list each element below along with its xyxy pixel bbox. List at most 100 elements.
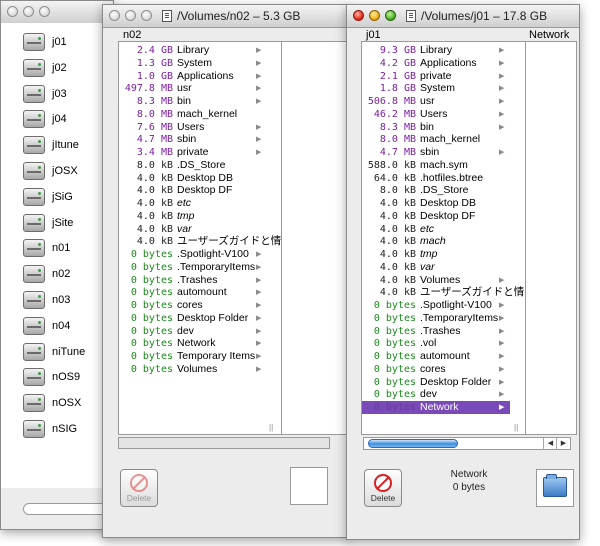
file-row[interactable]: 0 bytes .Trashes ▶ (362, 325, 510, 338)
file-row[interactable]: 588.0 kB mach.sym (362, 159, 510, 172)
file-row[interactable]: 7.6 MB Users ▶ (119, 121, 267, 134)
file-row[interactable]: 0 bytes automount ▶ (362, 350, 510, 363)
file-row[interactable]: 0 bytes Temporary Items ▶ (119, 350, 267, 363)
file-row[interactable]: 4.2 GB Applications ▶ (362, 57, 510, 70)
file-column-2[interactable] (281, 41, 347, 435)
zoom-button[interactable] (39, 6, 50, 17)
volume-item[interactable]: nOSX (23, 392, 111, 414)
volume-item[interactable]: n04 (23, 315, 111, 337)
file-row[interactable]: 8.3 MB bin ▶ (119, 95, 267, 108)
file-row[interactable]: 4.0 kB tmp (362, 248, 510, 261)
file-row[interactable]: 4.0 kB etc (119, 197, 267, 210)
file-row[interactable]: 0 bytes dev ▶ (362, 388, 510, 401)
disclosure-arrow-icon: ▶ (499, 365, 505, 373)
file-row[interactable]: 4.0 kB mach (362, 235, 510, 248)
volume-item[interactable]: n01 (23, 237, 111, 259)
minimize-button[interactable] (369, 10, 380, 21)
volume-item[interactable]: j04 (23, 108, 111, 130)
volume-item[interactable]: nSIG (23, 418, 111, 440)
file-row[interactable]: 4.7 MB sbin ▶ (119, 133, 267, 146)
file-row[interactable]: 0 bytes automount ▶ (119, 286, 267, 299)
delete-button[interactable]: Delete (364, 469, 402, 507)
minimize-button[interactable] (125, 10, 136, 21)
file-row[interactable]: 4.0 kB Desktop DF (362, 210, 510, 223)
file-size: 8.0 MB (136, 108, 173, 120)
file-row[interactable]: 3.4 MB private ▶ (119, 146, 267, 159)
file-row[interactable]: 4.0 kB etc (362, 223, 510, 236)
column-resize-grip[interactable]: || (269, 423, 273, 432)
file-row[interactable]: 4.0 kB var (119, 223, 267, 236)
file-row[interactable]: 0 bytes .Spotlight-V100 ▶ (119, 248, 267, 261)
close-button[interactable] (7, 6, 18, 17)
file-row[interactable]: 0 bytes Desktop Folder ▶ (119, 312, 267, 325)
file-column[interactable]: 9.3 GB Library ▶ 4.2 GB Applications ▶ 2.1 GB p… (361, 41, 526, 435)
file-row[interactable]: 0 bytes Network ▶ (362, 401, 510, 414)
file-row[interactable]: 1.8 GB System ▶ (362, 82, 510, 95)
file-row[interactable]: 4.0 kB var (362, 261, 510, 274)
file-row[interactable]: 0 bytes .vol ▶ (362, 337, 510, 350)
close-button[interactable] (109, 10, 120, 21)
volume-item[interactable]: j03 (23, 83, 111, 105)
close-button[interactable] (353, 10, 364, 21)
delete-button[interactable]: Delete (120, 469, 158, 507)
volume-item[interactable]: j02 (23, 57, 111, 79)
file-row[interactable]: 497.8 MB usr ▶ (119, 82, 267, 95)
volume-item[interactable]: jItune (23, 134, 111, 156)
file-row[interactable]: 4.0 kB Desktop DF (119, 184, 267, 197)
file-row[interactable]: 0 bytes .TemporaryItems ▶ (362, 312, 510, 325)
file-row[interactable]: 8.3 MB bin ▶ (362, 121, 510, 134)
volume-item[interactable]: jSite (23, 212, 111, 234)
file-row[interactable]: 46.2 MB Users ▶ (362, 108, 510, 121)
file-row[interactable]: 4.0 kB tmp (119, 210, 267, 223)
zoom-button[interactable] (385, 10, 396, 21)
file-column[interactable]: 2.4 GB Library ▶ 1.3 GB System ▶ 1.0 GB Applica… (118, 41, 282, 435)
file-name: Users (177, 120, 205, 133)
file-row[interactable]: 4.7 MB sbin ▶ (362, 146, 510, 159)
volume-scrollbar[interactable] (23, 503, 109, 515)
column-resize-grip[interactable]: || (514, 423, 518, 432)
file-row[interactable]: 0 bytes cores ▶ (362, 363, 510, 376)
horizontal-scrollbar[interactable]: ◀ ▶ (363, 437, 571, 450)
volume-item[interactable]: nOS9 (23, 366, 111, 388)
file-row[interactable]: 4.0 kB ユーザーズガイドと情 (362, 286, 524, 299)
file-row[interactable]: 0 bytes Volumes ▶ (119, 363, 267, 376)
file-name: private (420, 69, 452, 82)
file-row[interactable]: 506.8 MB usr ▶ (362, 95, 510, 108)
file-row[interactable]: 0 bytes .Trashes ▶ (119, 274, 267, 287)
file-size: 0 bytes (373, 389, 416, 401)
file-row[interactable]: 0 bytes .TemporaryItems ▶ (119, 261, 267, 274)
file-row[interactable]: 0 bytes Desktop Folder ▶ (362, 376, 510, 389)
file-row[interactable]: 0 bytes cores ▶ (119, 299, 267, 312)
file-row[interactable]: 64.0 kB .hotfiles.btree (362, 172, 510, 185)
volume-item[interactable]: jOSX (23, 160, 111, 182)
file-row[interactable]: 8.0 MB mach_kernel (362, 133, 510, 146)
file-row[interactable]: 0 bytes Network ▶ (119, 337, 267, 350)
file-row[interactable]: 2.1 GB private ▶ (362, 70, 510, 83)
file-row[interactable]: 8.0 kB .DS_Store (362, 184, 510, 197)
volume-item[interactable]: n03 (23, 289, 111, 311)
file-row[interactable]: 8.0 MB mach_kernel (119, 108, 267, 121)
file-row[interactable]: 4.0 kB ユーザーズガイドと情 (119, 235, 281, 248)
zoom-button[interactable] (141, 10, 152, 21)
minimize-button[interactable] (23, 6, 34, 17)
file-row[interactable]: 8.0 kB .DS_Store (119, 159, 267, 172)
file-row[interactable]: 4.0 kB Desktop DB (119, 172, 267, 185)
volume-item[interactable]: n02 (23, 263, 111, 285)
file-column-2[interactable] (525, 41, 577, 435)
horizontal-scrollbar[interactable] (118, 437, 330, 449)
volume-item[interactable]: niTune (23, 341, 111, 363)
file-row[interactable]: 4.0 kB Volumes ▶ (362, 274, 510, 287)
volume-item[interactable]: j01 (23, 31, 111, 53)
volume-item[interactable]: jSiG (23, 186, 111, 208)
file-row[interactable]: 0 bytes dev ▶ (119, 325, 267, 338)
file-row[interactable]: 9.3 GB Library ▶ (362, 44, 510, 57)
scroll-right-icon[interactable]: ▶ (556, 438, 570, 449)
file-row[interactable]: 2.4 GB Library ▶ (119, 44, 267, 57)
file-row[interactable]: 4.0 kB Desktop DB (362, 197, 510, 210)
file-name: usr (420, 95, 435, 107)
file-row[interactable]: 0 bytes .Spotlight-V100 ▶ (362, 299, 510, 312)
file-row[interactable]: 1.0 GB Applications ▶ (119, 70, 267, 83)
file-row[interactable]: 1.3 GB System ▶ (119, 57, 267, 70)
scroll-left-icon[interactable]: ◀ (543, 438, 557, 449)
scroll-thumb[interactable] (368, 439, 458, 448)
